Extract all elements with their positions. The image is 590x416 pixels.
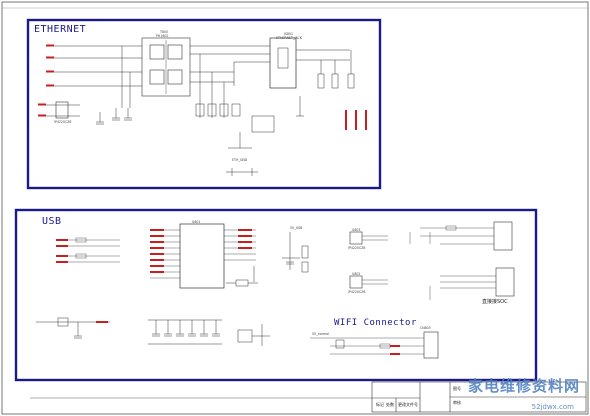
ethernet-tvs-part: IP4220CZ6: [54, 120, 72, 124]
ethernet-block-title: ETHERNET: [34, 24, 87, 35]
usb-crystal: [226, 266, 258, 287]
usb-hub-left-labels: [150, 229, 164, 273]
title-block-label-2: 处数: [386, 402, 394, 407]
transformer-t800: [141, 37, 191, 97]
usb-esd-ic-2: [349, 275, 388, 289]
usb-host-labels: [56, 239, 68, 263]
ethernet-led-net-labels: [345, 110, 367, 130]
site-watermark: 家电维修资料网: [467, 377, 580, 395]
ethernet-gnd-net: [226, 168, 258, 176]
usb-power-label: 5V_USB: [290, 226, 303, 230]
title-block-cell-b: 审核: [453, 400, 461, 405]
schematic-sheet: [1, 1, 589, 415]
wifi-power-label: 5V_normal: [312, 332, 329, 336]
site-watermark-url: 52jdwx.com: [531, 403, 574, 411]
sheet-border: [1, 1, 589, 415]
usb-soc-note: 直接接SOC: [482, 299, 508, 305]
rj45-jack-js801: [269, 37, 297, 89]
usb-esd-ic-1: [349, 231, 388, 245]
title-block-label-3: 更改文件号: [398, 402, 418, 407]
ethernet-caps: [96, 108, 132, 125]
usb-block-title: USB: [42, 216, 62, 227]
usb-power-section: [282, 232, 309, 273]
usb-esd-ref-2: U802: [352, 272, 361, 276]
usb-ldo: [237, 324, 270, 346]
wifi-connector-circuit: [310, 331, 439, 359]
usb-host-nets: [56, 237, 120, 263]
wifi-block-title: WIFI Connector: [334, 318, 417, 328]
wifi-connector-ref: CN803: [420, 326, 431, 330]
usb-block-frame: [14, 208, 538, 382]
usb-hub-ic: [179, 223, 225, 289]
rj45-part: ETHERNET_JACK: [276, 36, 302, 40]
usb-esd-part-1: IP4220CZ6: [348, 246, 366, 250]
usb-hub-right-nets: [224, 229, 256, 261]
ethernet-gnd-label: ETH_GND: [232, 158, 248, 162]
title-block-cell-a: 图号: [453, 386, 461, 391]
usb-decoupling-caps: [148, 319, 222, 345]
title-block-label-1: 标记: [376, 402, 384, 407]
ethernet-output-nets: [190, 45, 270, 118]
usb-connector-2: [429, 267, 515, 300]
ethernet-termination-resistors: [195, 103, 275, 149]
wifi-net-labels: [390, 345, 400, 355]
ethernet-led-resistors: [296, 49, 355, 117]
usb-esd-part-2: IP4220CZ6: [348, 290, 366, 294]
ethernet-net-labels: [38, 44, 54, 117]
usb-connector-1: [409, 221, 513, 251]
usb-hub-ref: U801: [192, 220, 201, 224]
ethernet-tvs-ic: [55, 101, 69, 119]
usb-regulator-net-label: [96, 321, 108, 323]
transformer-part: PH1602: [156, 34, 169, 38]
ethernet-input-nets: [40, 45, 142, 117]
usb-esd-ref-1: U803: [352, 228, 361, 232]
usb-hub-right-labels: [238, 229, 252, 249]
